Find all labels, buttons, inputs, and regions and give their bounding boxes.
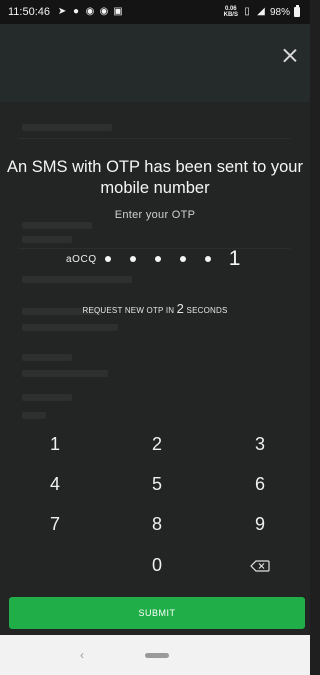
- close-icon[interactable]: [280, 46, 300, 66]
- instagram-icon: ◉: [85, 6, 95, 17]
- keypad-key-4[interactable]: 4: [25, 470, 85, 498]
- gallery-icon: ▣: [113, 6, 123, 17]
- otp-title: An SMS with OTP has been sent to your mo…: [7, 158, 303, 197]
- otp-label: Enter your OTP: [114, 209, 196, 221]
- otp-masked-digit: [204, 256, 211, 262]
- signal-icon: ◢: [257, 6, 265, 17]
- otp-last-digit: 1: [228, 247, 241, 270]
- keypad-key-8[interactable]: 8: [127, 510, 187, 538]
- keypad-key-9[interactable]: 9: [230, 510, 290, 538]
- home-pill-icon[interactable]: [145, 653, 169, 658]
- request-seconds: 2: [176, 301, 185, 316]
- form-placeholder-line: [22, 222, 92, 229]
- backspace-icon[interactable]: [250, 560, 270, 572]
- status-left: 11:50:46 ➤ ● ◉ ◉ ▣: [8, 6, 123, 18]
- otp-prefix: aOCQ: [66, 253, 97, 265]
- request-new-otp-timer: REQUEST NEW OTP IN 2 SECONDS: [0, 301, 310, 316]
- form-divider: [18, 138, 290, 139]
- app-header: [0, 24, 310, 102]
- form-placeholder-line: [22, 276, 132, 283]
- system-nav-bar: ‹: [0, 635, 310, 675]
- instagram-icon: ◉: [99, 6, 109, 17]
- keypad-key-3[interactable]: 3: [230, 430, 290, 458]
- form-placeholder-line: [22, 412, 46, 419]
- otp-masked-digit: [154, 256, 161, 262]
- keypad-key-0[interactable]: 0: [127, 551, 187, 579]
- keypad-key-5[interactable]: 5: [127, 470, 187, 498]
- back-icon[interactable]: ‹: [80, 648, 84, 662]
- keypad-key-7[interactable]: 7: [25, 510, 85, 538]
- navigation-icon: ➤: [57, 6, 67, 17]
- vibrate-icon: ▯: [244, 6, 250, 17]
- otp-masked-digit: [129, 256, 136, 262]
- otp-input[interactable]: aOCQ 1: [66, 246, 240, 272]
- status-time: 11:50:46: [8, 6, 51, 18]
- submit-button[interactable]: SUBMIT: [9, 597, 305, 629]
- form-placeholder-line: [22, 236, 72, 243]
- form-placeholder-line: [22, 370, 108, 377]
- battery-level: 98%: [269, 6, 290, 18]
- form-placeholder-line: [22, 124, 112, 131]
- otp-masked-digit: [104, 256, 111, 262]
- otp-masked-digit: [179, 256, 186, 262]
- form-placeholder-line: [22, 394, 72, 401]
- form-placeholder-line: [22, 354, 72, 361]
- battery-icon: [294, 5, 300, 17]
- keypad-key-1[interactable]: 1: [25, 430, 85, 458]
- form-placeholder-line: [22, 324, 118, 331]
- status-bar: 11:50:46 ➤ ● ◉ ◉ ▣ 0.06 KB/S ▯ ◢ 98%: [0, 0, 310, 24]
- network-speed-unit: KB/S: [223, 12, 238, 18]
- request-suffix: SECONDS: [186, 306, 228, 315]
- location-icon: ●: [72, 6, 80, 17]
- keypad-key-6[interactable]: 6: [230, 470, 290, 498]
- network-speed: 0.06 KB/S: [224, 6, 238, 18]
- request-prefix: REQUEST NEW OTP IN: [82, 306, 175, 315]
- status-right: 0.06 KB/S ▯ ◢ 98%: [224, 5, 300, 18]
- keypad-key-2[interactable]: 2: [127, 430, 187, 458]
